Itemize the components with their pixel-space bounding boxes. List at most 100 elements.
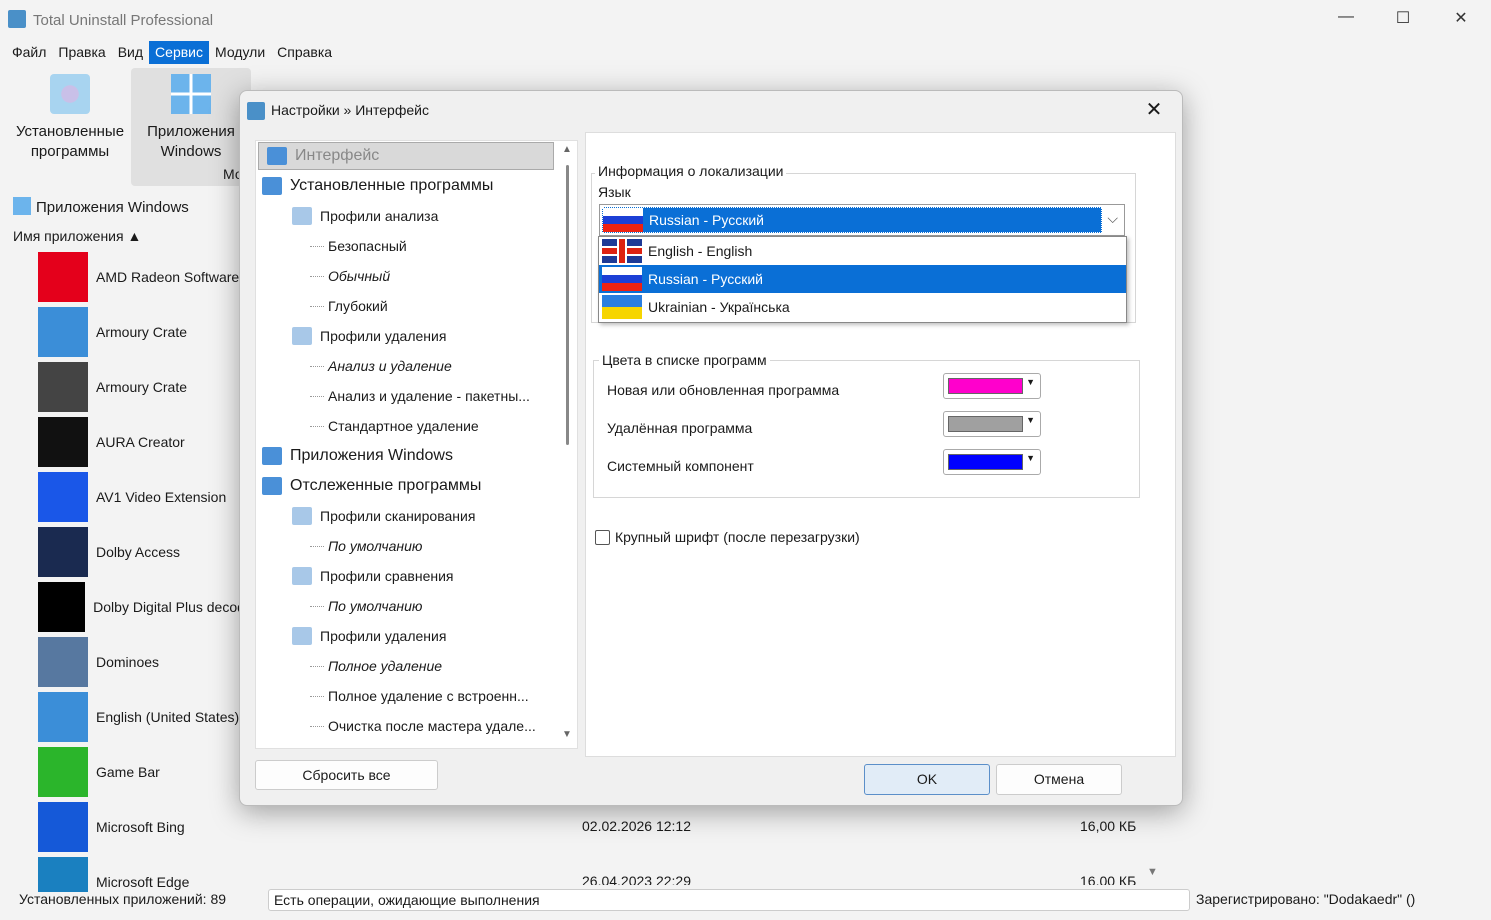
tree-item-label: По умолчанию	[328, 598, 423, 614]
color-label: Новая или обновленная программа	[607, 382, 840, 398]
language-label: Язык	[598, 184, 631, 200]
settings-dialog: Настройки » Интерфейс ✕ Интерфейс Установ…	[239, 90, 1183, 806]
installed-programs-icon	[50, 74, 90, 114]
tree-item[interactable]: Полное удаление с встроенн...	[310, 682, 529, 710]
tree-item-label: Профили удаления	[320, 628, 447, 644]
color-picker[interactable]: ▼	[943, 411, 1041, 437]
tree-item-label: Обычный	[328, 268, 391, 284]
menu-file[interactable]: Файл	[6, 41, 52, 64]
menu-help[interactable]: Справка	[271, 41, 338, 64]
color-label: Системный компонент	[607, 458, 754, 474]
windows-logo-icon	[171, 74, 211, 114]
sort-ascending-icon: ▲	[127, 228, 142, 244]
list-item[interactable]: Microsoft Bing	[38, 802, 248, 852]
dropdown-arrow-icon: ▼	[1026, 453, 1035, 463]
app-name: Dominoes	[96, 654, 160, 670]
menu-modules[interactable]: Модули	[209, 41, 271, 64]
tree-item[interactable]: Очистка после мастера удале...	[310, 712, 536, 740]
tree-item[interactable]: Интерфейс	[258, 142, 554, 170]
tree-node-icon	[292, 207, 312, 225]
language-option[interactable]: English - English	[599, 237, 1126, 265]
minimize-button[interactable]: —	[1326, 8, 1366, 32]
scroll-down-arrow[interactable]: ▼	[1147, 866, 1158, 878]
list-item[interactable]: Dominoes	[38, 637, 248, 687]
color-picker[interactable]: ▼	[943, 373, 1041, 399]
scroll-up-arrow[interactable]: ▲	[562, 144, 572, 155]
close-button[interactable]: ✕	[1441, 8, 1481, 32]
language-option-label: English - English	[648, 243, 753, 259]
tree-node-icon	[292, 567, 312, 585]
menu-view[interactable]: Вид	[112, 41, 149, 64]
language-option[interactable]: Russian - Русский	[599, 265, 1126, 293]
tree-item-label: Стандартное удаление	[328, 418, 479, 434]
tree-item-label: Полное удаление	[328, 658, 443, 674]
menu-service[interactable]: Сервис	[149, 41, 209, 64]
color-picker[interactable]: ▼	[943, 449, 1041, 475]
color-label: Удалённая программа	[607, 420, 753, 436]
column-header-app-name[interactable]: Имя приложения ▲	[13, 228, 141, 244]
app-icon	[38, 582, 86, 632]
list-item[interactable]: Armoury Crate	[38, 307, 248, 357]
tree-item[interactable]: Анализ и удаление - пакетны...	[310, 382, 530, 410]
tree-item[interactable]: Анализ и удаление	[310, 352, 452, 380]
menu-edit[interactable]: Правка	[52, 41, 111, 64]
tree-item-label: Анализ и удаление - пакетны...	[328, 388, 530, 404]
dropdown-arrow-icon: ▼	[1026, 415, 1035, 425]
tree-connector	[310, 665, 324, 667]
tree-item-label: Полное удаление с встроенн...	[328, 688, 529, 704]
tree-item[interactable]: Стандартное удаление	[310, 412, 479, 440]
tree-item[interactable]: Профили удаления	[292, 622, 446, 650]
tree-item-label: Установленные программы	[290, 177, 494, 194]
toolbar-installed-button[interactable]: Установленные программы	[10, 68, 130, 186]
tree-connector	[310, 395, 324, 397]
tree-item-label: Глубокий	[328, 298, 388, 314]
list-item[interactable]: Game Bar	[38, 747, 248, 797]
scroll-down-arrow[interactable]: ▼	[562, 729, 572, 740]
tree-item-label: Профили сравнения	[320, 568, 454, 584]
tree-item[interactable]: Профили анализа	[292, 202, 438, 230]
list-item[interactable]: AURA Creator	[38, 417, 248, 467]
list-item[interactable]: AV1 Video Extension	[38, 472, 248, 522]
language-option[interactable]: Ukrainian - Українська	[599, 293, 1126, 321]
tree-item-label: Безопасный	[328, 238, 407, 254]
color-swatch	[948, 454, 1023, 470]
tree-item[interactable]: По умолчанию	[310, 532, 422, 560]
tree-item-label: Анализ и удаление	[328, 358, 452, 374]
tree-connector	[310, 245, 324, 247]
list-item[interactable]: English (United States)	[38, 692, 248, 742]
maximize-button[interactable]: ☐	[1383, 8, 1423, 32]
tree-item[interactable]: Отслеженные программы	[262, 472, 481, 500]
tree-item[interactable]: Установленные программы	[262, 172, 493, 200]
app-icon	[8, 10, 26, 28]
cancel-button[interactable]: Отмена	[996, 764, 1122, 795]
language-select[interactable]: Russian - Русский ⌵	[599, 204, 1125, 236]
dialog-title: Настройки » Интерфейс	[271, 102, 429, 118]
tree-item[interactable]: Профили сканирования	[292, 502, 475, 530]
app-icon	[38, 692, 88, 742]
tree-item[interactable]: Полное удаление	[310, 652, 443, 680]
list-item[interactable]: Armoury Crate	[38, 362, 248, 412]
tree-item[interactable]: Профили удаления	[292, 322, 446, 350]
tree-item[interactable]: Профили сравнения	[292, 562, 454, 590]
app-name: AURA Creator	[96, 434, 185, 450]
large-font-checkbox[interactable]	[595, 530, 610, 545]
scroll-thumb[interactable]	[566, 165, 569, 445]
tree-item[interactable]: Глубокий	[310, 292, 388, 320]
tree-node-icon	[262, 477, 282, 495]
tree-scrollbar[interactable]: ▲ ▼	[559, 141, 576, 748]
list-item[interactable]: Dolby Digital Plus decoder	[38, 582, 248, 632]
tree-item[interactable]: Безопасный	[310, 232, 407, 260]
reset-all-button[interactable]: Сбросить все	[255, 760, 438, 790]
tree-item[interactable]: По умолчанию	[310, 592, 423, 620]
large-font-label: Крупный шрифт (после перезагрузки)	[615, 529, 860, 545]
tree-connector	[310, 305, 324, 307]
list-item[interactable]: Dolby Access	[38, 527, 248, 577]
tree-item-label: Интерфейс	[295, 147, 380, 164]
tree-item[interactable]: Приложения Windows	[262, 442, 453, 470]
app-icon	[38, 417, 88, 467]
list-title-text: Приложения Windows	[36, 199, 189, 216]
ok-button[interactable]: OK	[864, 764, 990, 795]
list-item[interactable]: AMD Radeon Software	[38, 252, 248, 302]
dialog-close-button[interactable]: ✕	[1142, 97, 1166, 121]
tree-item[interactable]: Обычный	[310, 262, 391, 290]
